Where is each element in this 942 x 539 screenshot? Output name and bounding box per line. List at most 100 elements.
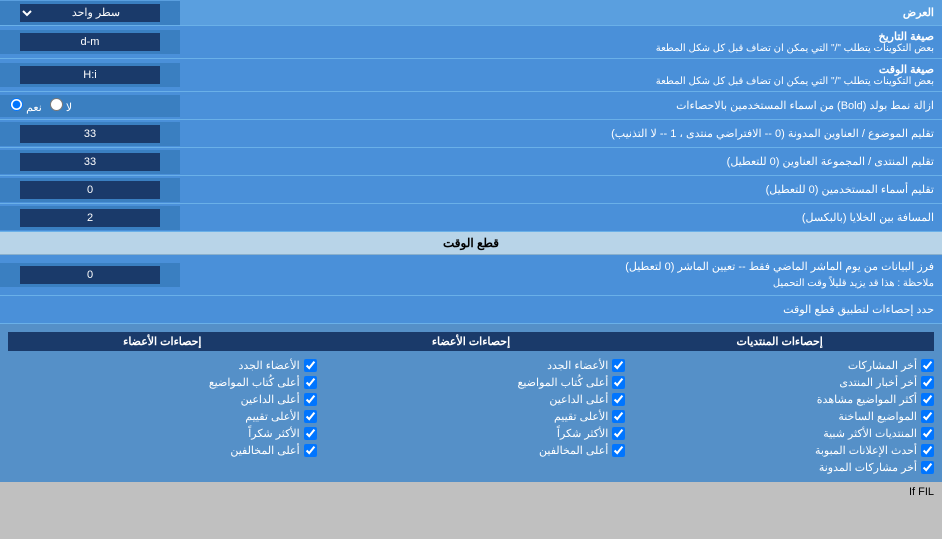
users-limit-input[interactable] — [20, 181, 160, 199]
cut-section-header: قطع الوقت — [0, 232, 942, 255]
checkbox-label: الأعضاء الجدد — [238, 359, 299, 372]
checkbox-label: الأكثر شكراً — [248, 427, 299, 440]
gap-label: المسافة بين الخلايا (بالبكسل) — [180, 207, 942, 228]
checkbox-hot-topics[interactable] — [921, 410, 934, 423]
checkbox-top-rated[interactable] — [612, 410, 625, 423]
list-item: أعلى كُتاب المواضيع — [8, 376, 317, 389]
title-limit-row: تقليم الموضوع / العناوين المدونة (0 -- ا… — [0, 120, 942, 148]
checkbox-most-viewed[interactable] — [921, 393, 934, 406]
list-item: الأكثر شكراً — [317, 427, 626, 440]
time-format-input[interactable] — [20, 66, 160, 84]
list-item: الأعلى تقييم — [8, 410, 317, 423]
checkbox-col-forums: إحصاءات المنتديات أخر المشاركات أخر أخبا… — [625, 332, 934, 474]
header-select-area: سطر واحد سطرين ثلاثة أسطر — [0, 1, 180, 25]
checkbox-label: الأعضاء الجدد — [547, 359, 608, 372]
users-limit-row: تقليم أسماء المستخدمين (0 للتعطيل) — [0, 176, 942, 204]
checkbox-label: الأعلى تقييم — [554, 410, 608, 423]
time-format-title: صيغة الوقت — [188, 63, 934, 76]
checkbox-top-writers[interactable] — [612, 376, 625, 389]
checkbox-label: أعلى كُتاب المواضيع — [209, 376, 300, 389]
checkbox-label: أعلى الداعين — [549, 393, 608, 406]
checkbox-label: المواضيع الساخنة — [838, 410, 917, 423]
cut-time-input-area — [0, 263, 180, 287]
date-format-title: صيغة التاريخ — [188, 30, 934, 43]
bottom-text: If FIL — [0, 482, 942, 502]
date-format-input-area — [0, 30, 180, 54]
checkbox-blog-posts[interactable] — [921, 461, 934, 474]
main-container: العرض سطر واحد سطرين ثلاثة أسطر صيغة الت… — [0, 0, 942, 502]
date-format-input[interactable] — [20, 33, 160, 51]
forum-limit-input-area — [0, 150, 180, 174]
time-format-row: صيغة الوقت بعض التكوينات يتطلب "/" التي … — [0, 59, 942, 92]
checkbox-new-members-2[interactable] — [304, 359, 317, 372]
cut-time-input[interactable] — [20, 266, 160, 284]
checkbox-label: الأعلى تقييم — [245, 410, 299, 423]
forum-limit-row: تقليم المنتدى / المجموعة العناوين (0 للت… — [0, 148, 942, 176]
gap-row: المسافة بين الخلايا (بالبكسل) — [0, 204, 942, 232]
forum-limit-input[interactable] — [20, 153, 160, 171]
users-limit-label: تقليم أسماء المستخدمين (0 للتعطيل) — [180, 179, 942, 200]
stats-limit-label: حدد إحصاءات لتطبيق قطع الوقت — [0, 299, 942, 320]
checkbox-top-inviters[interactable] — [612, 393, 625, 406]
checkbox-label: أعلى كُتاب المواضيع — [518, 376, 609, 389]
checkbox-label: أعلى المخالفين — [230, 444, 299, 457]
list-item: أخر مشاركات المدونة — [625, 461, 934, 474]
checkbox-most-thanked[interactable] — [612, 427, 625, 440]
title-limit-label: تقليم الموضوع / العناوين المدونة (0 -- ا… — [180, 123, 942, 144]
time-format-input-area — [0, 63, 180, 87]
radio-no[interactable] — [50, 98, 63, 111]
checkbox-top-writers-2[interactable] — [304, 376, 317, 389]
bold-remove-radio-area: نعم لا — [0, 95, 180, 117]
checkbox-new-members[interactable] — [612, 359, 625, 372]
checkbox-label: أخر مشاركات المدونة — [819, 461, 917, 474]
checkbox-label: أكثر المواضيع مشاهدة — [817, 393, 917, 406]
cut-time-row: فرز البيانات من يوم الماشر الماضي فقط --… — [0, 255, 942, 296]
checkbox-top-inviters-2[interactable] — [304, 393, 317, 406]
list-item: أعلى كُتاب المواضيع — [317, 376, 626, 389]
time-format-label: صيغة الوقت بعض التكوينات يتطلب "/" التي … — [180, 59, 942, 91]
checkboxes-container: إحصاءات المنتديات أخر المشاركات أخر أخبا… — [0, 324, 942, 482]
checkbox-label: أخر المشاركات — [848, 359, 917, 372]
checkbox-label: الأكثر شكراً — [557, 427, 608, 440]
checkbox-label: أخر أخبار المنتدى — [839, 376, 917, 389]
header-label: العرض — [180, 2, 942, 23]
users-limit-input-area — [0, 178, 180, 202]
display-select[interactable]: سطر واحد سطرين ثلاثة أسطر — [20, 4, 160, 22]
forum-limit-label: تقليم المنتدى / المجموعة العناوين (0 للت… — [180, 151, 942, 172]
checkbox-label: المنتديات الأكثر شبية — [823, 427, 917, 440]
checkbox-most-thanked-2[interactable] — [304, 427, 317, 440]
checkbox-top-violators[interactable] — [612, 444, 625, 457]
bottom-text-content: If FIL — [909, 486, 934, 498]
gap-input-area — [0, 206, 180, 230]
date-format-sub: بعض التكوينات يتطلب "/" التي يمكن ان تضا… — [188, 43, 934, 54]
checkbox-label: أعلى المخالفين — [539, 444, 608, 457]
checkbox-forum-news[interactable] — [921, 376, 934, 389]
checkbox-label: أحدث الإعلانات المبوبة — [815, 444, 917, 457]
checkbox-most-similar[interactable] — [921, 427, 934, 440]
list-item: أعلى المخالفين — [317, 444, 626, 457]
cut-time-label: فرز البيانات من يوم الماشر الماضي فقط --… — [180, 255, 942, 295]
checkbox-col-members-right: إحصاءات الأعضاء الأعضاء الجدد أعلى كُتاب… — [8, 332, 317, 474]
list-item: أكثر المواضيع مشاهدة — [625, 393, 934, 406]
stats-limit-row: حدد إحصاءات لتطبيق قطع الوقت — [0, 296, 942, 324]
checkbox-classifieds[interactable] — [921, 444, 934, 457]
radio-no-label: لا — [50, 98, 72, 114]
gap-input[interactable] — [20, 209, 160, 227]
cut-time-note: ملاحظة : هذا قد يزيد قليلاً وقت التحميل — [188, 276, 934, 291]
checkbox-last-posts[interactable] — [921, 359, 934, 372]
checkbox-col-members-mid: إحصاءات الأعضاء الأعضاء الجدد أعلى كُتاب… — [317, 332, 626, 474]
list-item: أحدث الإعلانات المبوبة — [625, 444, 934, 457]
checkbox-top-violators-2[interactable] — [304, 444, 317, 457]
radio-yes-label: نعم — [10, 98, 42, 114]
bold-remove-row: ازالة نمط بولد (Bold) من اسماء المستخدمي… — [0, 92, 942, 120]
checkbox-top-rated-2[interactable] — [304, 410, 317, 423]
col1-header: إحصاءات الأعضاء — [317, 332, 626, 351]
list-item: أخر المشاركات — [625, 359, 934, 372]
date-format-row: صيغة التاريخ بعض التكوينات يتطلب "/" الت… — [0, 26, 942, 59]
radio-yes[interactable] — [10, 98, 23, 111]
list-item: الأعلى تقييم — [317, 410, 626, 423]
checkbox-label: أعلى الداعين — [241, 393, 300, 406]
col2-header: إحصاءات المنتديات — [625, 332, 934, 351]
list-item: أعلى المخالفين — [8, 444, 317, 457]
title-limit-input[interactable] — [20, 125, 160, 143]
